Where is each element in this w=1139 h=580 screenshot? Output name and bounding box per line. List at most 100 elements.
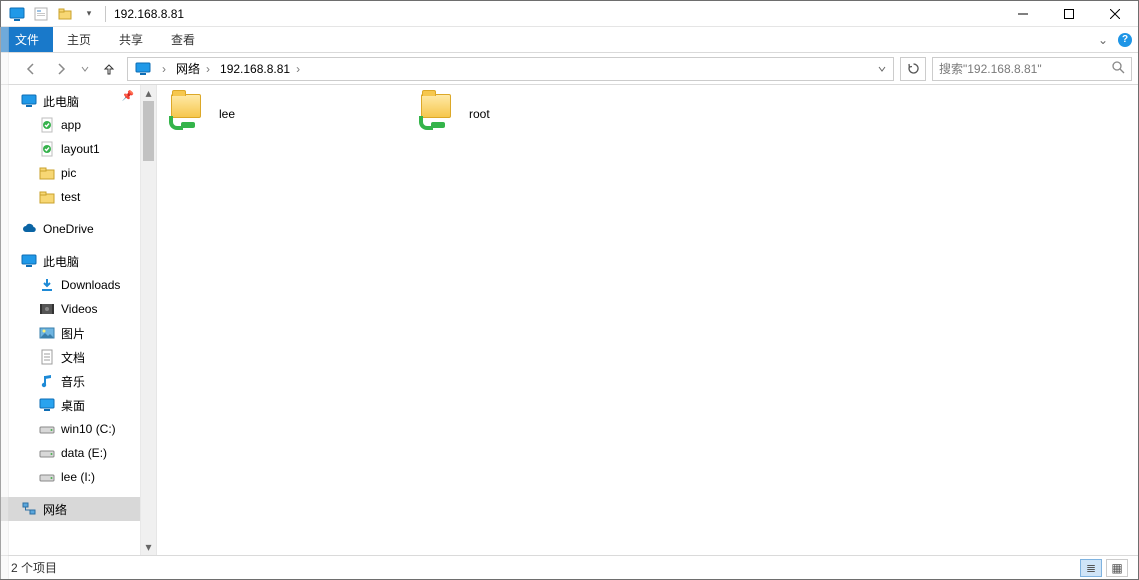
tree-node-child[interactable]: pic [1, 161, 140, 185]
tree-node-child[interactable]: Downloads [1, 273, 140, 297]
qat-customize-dropdown[interactable]: ▾ [78, 3, 100, 25]
app-icon [6, 3, 28, 25]
view-details-button[interactable]: ≣ [1080, 559, 1102, 577]
tree-label: lee (I:) [61, 470, 95, 484]
view-icons-button[interactable]: ▦ [1106, 559, 1128, 577]
tree-label: Downloads [61, 278, 120, 292]
share-item[interactable]: lee [167, 93, 377, 135]
tree-label: layout1 [61, 142, 100, 156]
item-label: root [469, 107, 490, 121]
breadcrumb-host[interactable]: 192.168.8.81› [216, 62, 306, 76]
file-list[interactable]: lee root [157, 85, 1138, 555]
tab-view[interactable]: 查看 [157, 27, 209, 52]
tree-node-child[interactable]: data (E:) [1, 441, 140, 465]
body: 📌 此电脑 app layout1 pic test OneDrive 此电脑 Downloa… [1, 85, 1138, 555]
tree-node-child[interactable]: 文档 [1, 345, 140, 369]
network-icon [21, 501, 37, 517]
up-button[interactable] [97, 57, 121, 81]
search-box[interactable]: 搜索"192.168.8.81" [932, 57, 1132, 81]
tree-node-cloud-1[interactable]: OneDrive [1, 217, 140, 241]
share-item[interactable]: root [417, 93, 627, 135]
network-share-icon [417, 94, 457, 134]
green-doc-icon [39, 141, 55, 157]
tree-node-child[interactable]: lee (I:) [1, 465, 140, 489]
tab-file[interactable]: 文件 [1, 27, 53, 52]
minimize-button[interactable] [1000, 1, 1046, 26]
tree-node-child[interactable]: test [1, 185, 140, 209]
forward-button[interactable] [49, 57, 73, 81]
drive-icon [39, 445, 55, 461]
download-icon [39, 277, 55, 293]
tree-node-monitor-0[interactable]: 此电脑 [1, 89, 140, 113]
address-computer-icon [134, 60, 152, 78]
folder-icon [39, 189, 55, 205]
tree-label: data (E:) [61, 446, 107, 460]
monitor-icon [21, 253, 37, 269]
tree-node-child[interactable]: 音乐 [1, 369, 140, 393]
explorer-window: ▾ 192.168.8.81 文件 主页 共享 查看 ⌄ ? › [0, 0, 1139, 580]
drive-icon [39, 421, 55, 437]
folder-icon [39, 165, 55, 181]
tab-share[interactable]: 共享 [105, 27, 157, 52]
scroll-down-icon[interactable]: ▾ [141, 539, 156, 555]
status-bar: 2 个项目 ≣ ▦ [1, 555, 1138, 579]
help-icon[interactable]: ? [1118, 33, 1132, 47]
tree-node-child[interactable]: Videos [1, 297, 140, 321]
breadcrumb-sep-0[interactable]: › [156, 62, 172, 76]
quick-access-toolbar: ▾ [1, 1, 101, 26]
tree-label: 文档 [61, 349, 85, 366]
tree-label: win10 (C:) [61, 422, 116, 436]
tree-node-child[interactable]: 图片 [1, 321, 140, 345]
tree-node-child[interactable]: app [1, 113, 140, 137]
tree-node-child[interactable]: 桌面 [1, 393, 140, 417]
back-button[interactable] [19, 57, 43, 81]
address-bar[interactable]: › 网络› 192.168.8.81› [127, 57, 894, 81]
navigation-bar: › 网络› 192.168.8.81› 搜索"192.168.8.81" [1, 53, 1138, 85]
ribbon-expand-icon[interactable]: ⌄ [1098, 33, 1108, 47]
tree-node-network-3[interactable]: 网络 [1, 497, 140, 521]
window-title: 192.168.8.81 [114, 7, 184, 21]
item-label: lee [219, 107, 235, 121]
close-button[interactable] [1092, 1, 1138, 26]
pin-icon[interactable]: 📌 [122, 91, 134, 102]
sidebar-scrollbar[interactable]: ▴ ▾ [140, 85, 156, 555]
tree-label: 此电脑 [43, 253, 79, 270]
document-icon [39, 349, 55, 365]
search-icon [1112, 61, 1125, 77]
music-icon [39, 373, 55, 389]
ribbon: 文件 主页 共享 查看 ⌄ ? [1, 27, 1138, 53]
tree-label: 桌面 [61, 397, 85, 414]
tab-home[interactable]: 主页 [53, 27, 105, 52]
tree-label: OneDrive [43, 222, 94, 236]
tree-label: test [61, 190, 80, 204]
recent-dropdown[interactable] [79, 57, 91, 81]
qat-properties-icon[interactable] [30, 3, 52, 25]
breadcrumb-network[interactable]: 网络› [172, 60, 216, 77]
address-dropdown[interactable] [873, 65, 891, 73]
tree-node-child[interactable]: layout1 [1, 137, 140, 161]
tree-label: app [61, 118, 81, 132]
tree-label: 网络 [43, 501, 67, 518]
scroll-up-icon[interactable]: ▴ [141, 85, 156, 101]
tree: 此电脑 app layout1 pic test OneDrive 此电脑 Downloads… [1, 85, 140, 555]
titlebar-separator [105, 6, 106, 22]
tree-label: 音乐 [61, 373, 85, 390]
video-icon [39, 301, 55, 317]
view-switcher: ≣ ▦ [1080, 559, 1128, 577]
tree-node-child[interactable]: win10 (C:) [1, 417, 140, 441]
refresh-button[interactable] [900, 57, 926, 81]
status-item-count: 2 个项目 [11, 559, 57, 576]
title-bar: ▾ 192.168.8.81 [1, 1, 1138, 27]
tree-label: pic [61, 166, 76, 180]
tree-node-monitor-2[interactable]: 此电脑 [1, 249, 140, 273]
scroll-thumb[interactable] [143, 101, 154, 161]
monitor-icon [21, 93, 37, 109]
navigation-pane: 📌 此电脑 app layout1 pic test OneDrive 此电脑 Downloa… [1, 85, 157, 555]
qat-newfolder-icon[interactable] [54, 3, 76, 25]
green-doc-icon [39, 117, 55, 133]
tree-label: Videos [61, 302, 97, 316]
window-buttons [1000, 1, 1138, 26]
network-share-icon [167, 94, 207, 134]
picture-icon [39, 325, 55, 341]
maximize-button[interactable] [1046, 1, 1092, 26]
